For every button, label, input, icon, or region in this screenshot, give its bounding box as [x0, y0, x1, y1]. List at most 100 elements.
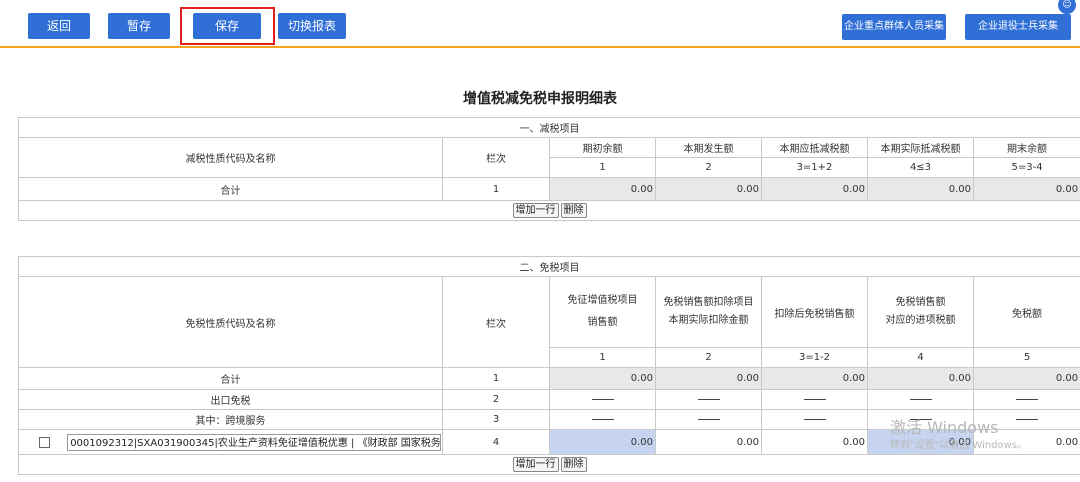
- exemption-col-num: 5: [972, 347, 1080, 368]
- support-avatar-icon[interactable]: ☺: [1058, 0, 1076, 14]
- exemption-col-name: 免税性质代码及名称: [18, 276, 443, 368]
- reduction-col-row: 栏次: [442, 137, 550, 178]
- exemption-actions: 增加一行 删除: [17, 454, 1080, 475]
- exemption-total-value: 0.00: [655, 367, 762, 390]
- exemption-total-row: 合计 1 0.00 0.00 0.00 0.00 0.00: [18, 367, 1080, 390]
- exemption-export-row-num: 2: [442, 389, 550, 410]
- switch-report-button[interactable]: 切换报表: [278, 13, 346, 39]
- exemption-total-value: 0.00: [867, 367, 974, 390]
- empty-cell: [972, 409, 1080, 430]
- exemption-cross-label: 其中：跨境服务: [18, 409, 443, 430]
- reduction-total-value: 0.00: [972, 177, 1080, 201]
- reduction-header: 期末余额: [972, 137, 1080, 158]
- reduction-header: 本期发生额: [655, 137, 762, 158]
- exemption-header-line: 免税销售额: [895, 297, 946, 308]
- exemption-delete-button[interactable]: 删除: [560, 457, 587, 472]
- reduction-col-num: 5=3-4: [972, 157, 1080, 178]
- collect-veteran-button[interactable]: 企业退役士兵采集: [965, 14, 1071, 40]
- reduction-total-value: 0.00: [867, 177, 974, 201]
- exemption-total-value: 0.00: [549, 367, 656, 390]
- dash: [803, 398, 826, 400]
- dash: [1016, 398, 1039, 400]
- exemption-header: 免税销售额 对应的进项税额: [867, 276, 974, 348]
- exemption-header: 免税销售额扣除项目 本期实际扣除金额: [655, 276, 762, 348]
- dash: [909, 418, 932, 420]
- reduction-col-num: 1: [549, 157, 656, 178]
- back-button[interactable]: 返回: [28, 13, 90, 39]
- exemption-header: 免税额: [972, 276, 1080, 348]
- dash: [591, 418, 614, 420]
- row-checkbox[interactable]: [39, 436, 50, 448]
- exemption-add-row-button[interactable]: 增加一行: [512, 457, 559, 472]
- exemption-col-num: 4: [867, 347, 974, 368]
- page-title: 增值税减免税申报明细表: [463, 91, 617, 107]
- reduction-col-num: 3=1+2: [761, 157, 868, 178]
- reduction-header: 本期应抵减税额: [761, 137, 868, 158]
- draft-button[interactable]: 暂存: [108, 13, 170, 39]
- reduction-add-row-button[interactable]: 增加一行: [512, 203, 559, 218]
- toolbar: 返回 暂存 保存 切换报表 企业重点群体人员采集 企业退役士兵采集 ☺: [0, 0, 1080, 48]
- empty-cell: [761, 389, 868, 410]
- reduction-total-row: 合计 1 0.00 0.00 0.00 0.00 0.00: [18, 177, 1080, 201]
- empty-cell: [655, 389, 762, 410]
- exemption-cross-row-num: 3: [442, 409, 550, 430]
- empty-cell: [867, 409, 974, 430]
- reduction-col-num: 4≤3: [867, 157, 974, 178]
- empty-cell: [549, 389, 656, 410]
- reduction-col-name: 减税性质代码及名称: [18, 137, 443, 178]
- exemption-header: 免征增值税项目 销售额: [549, 276, 656, 348]
- reduction-actions: 增加一行 删除: [17, 200, 1080, 221]
- exemption-item-value: 0.00: [972, 429, 1080, 455]
- dash: [1016, 418, 1039, 420]
- exemption-col-num: 3=1-2: [761, 347, 868, 368]
- exemption-export-row: 出口免税 2: [18, 389, 1080, 410]
- exemption-col-row: 栏次: [442, 276, 550, 368]
- save-button[interactable]: 保存: [193, 13, 261, 39]
- exemption-col-num: 1: [549, 347, 656, 368]
- exemption-header-line: 免税销售额扣除项目: [663, 297, 754, 308]
- reduction-table: 一、减税项目 减税性质代码及名称 栏次 期初余额 本期发生额 本期应抵减税额 本…: [17, 117, 1080, 221]
- reduction-col-num: 2: [655, 157, 762, 178]
- reduction-total-label: 合计: [18, 177, 443, 201]
- exemption-item-cell: 0001092312|SXA031900345|农业生产资料免征增值税优惠 | …: [18, 429, 443, 455]
- reduction-total-row-num: 1: [442, 177, 550, 201]
- exemption-export-label: 出口免税: [18, 389, 443, 410]
- exemption-total-value: 0.00: [972, 367, 1080, 390]
- exemption-total-label: 合计: [18, 367, 443, 390]
- empty-cell: [761, 409, 868, 430]
- collect-key-group-button[interactable]: 企业重点群体人员采集: [842, 14, 946, 40]
- reduction-header: 期初余额: [549, 137, 656, 158]
- reduction-total-value: 0.00: [655, 177, 762, 201]
- exemption-header-line: 对应的进项税额: [885, 315, 956, 326]
- exemption-header-line: 销售额: [587, 317, 618, 328]
- exemption-item-row: 0001092312|SXA031900345|农业生产资料免征增值税优惠 | …: [18, 429, 1080, 455]
- exemption-item-row-num: 4: [442, 429, 550, 455]
- exemption-section-title: 二、免税项目: [17, 256, 1080, 277]
- exemption-col-num: 2: [655, 347, 762, 368]
- exemption-item-input[interactable]: 0.00: [549, 429, 656, 455]
- dash: [909, 398, 932, 400]
- dash: [591, 398, 614, 400]
- empty-cell: [549, 409, 656, 430]
- dash: [697, 418, 720, 420]
- exemption-table: 二、免税项目 免税性质代码及名称 栏次 免征增值税项目 销售额 免税销售额扣除项…: [17, 256, 1080, 475]
- exemption-total-value: 0.00: [761, 367, 868, 390]
- reduction-total-value: 0.00: [549, 177, 656, 201]
- exemption-cross-row: 其中：跨境服务 3: [18, 409, 1080, 430]
- reduction-total-value: 0.00: [761, 177, 868, 201]
- empty-cell: [655, 409, 762, 430]
- exemption-total-row-num: 1: [442, 367, 550, 390]
- exemption-item-value: 0.00: [761, 429, 868, 455]
- empty-cell: [972, 389, 1080, 410]
- exemption-header: 扣除后免税销售额: [761, 276, 868, 348]
- exemption-header-line: 免征增值税项目: [567, 295, 638, 306]
- reduction-delete-button[interactable]: 删除: [560, 203, 587, 218]
- reduction-section-title: 一、减税项目: [17, 117, 1080, 138]
- exemption-header-line: 本期实际扣除金额: [668, 315, 749, 326]
- reduction-header: 本期实际抵减税额: [867, 137, 974, 158]
- exemption-item-input[interactable]: 0.00: [867, 429, 974, 455]
- exemption-item-value: 0.00: [655, 429, 762, 455]
- dash: [697, 398, 720, 400]
- dash: [803, 418, 826, 420]
- exemption-code-select[interactable]: 0001092312|SXA031900345|农业生产资料免征增值税优惠 | …: [67, 433, 442, 451]
